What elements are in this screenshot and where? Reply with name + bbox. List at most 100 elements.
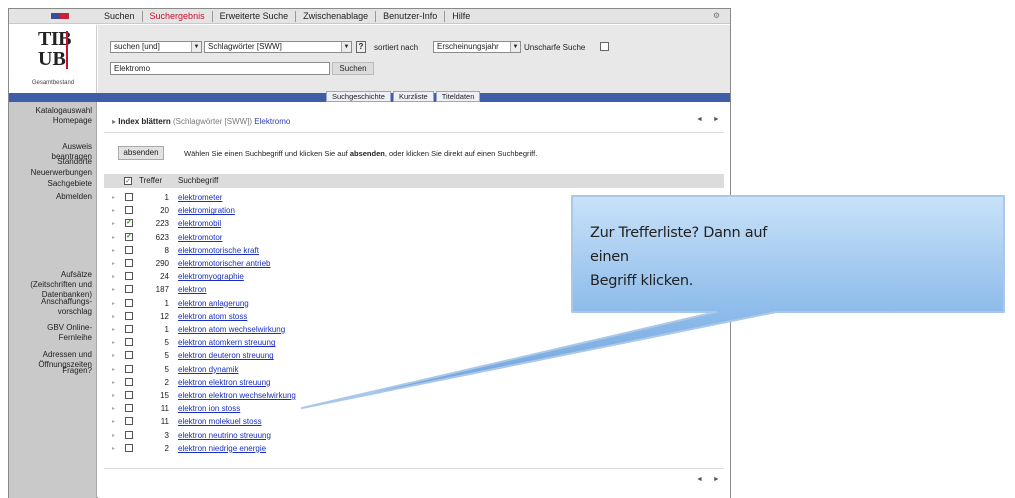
list-item: ▸ 11 elektron molekuel stoss — [104, 416, 724, 427]
term-link[interactable]: elektromigration — [178, 205, 235, 216]
list-item: ▸ 11 elektron ion stoss — [104, 403, 724, 414]
search-input[interactable]: Elektromo — [110, 62, 330, 75]
sidebar-item-standorte[interactable]: Standorte — [57, 157, 92, 167]
sidebar-item-fragen[interactable]: Fragen? — [62, 366, 92, 376]
page-arrows-icon[interactable]: ◄ ► — [696, 476, 724, 483]
term-checkbox[interactable] — [125, 298, 133, 307]
library-logo[interactable]: TIB UB Gesamtbestand — [9, 25, 97, 95]
header-suchbegriff: Suchbegriff — [178, 176, 219, 185]
term-checkbox[interactable] — [125, 364, 133, 373]
term-checkbox[interactable] — [125, 259, 133, 267]
term-checkbox[interactable] — [125, 391, 133, 399]
field-select[interactable]: Schlagwörter [SWW] ▼ — [204, 41, 352, 53]
chevron-down-icon[interactable]: ▼ — [191, 42, 201, 52]
sidebar-item-katalogauswahl[interactable]: Katalogauswahl — [36, 106, 92, 116]
term-checkbox[interactable] — [125, 417, 133, 426]
bullet-icon: ▸ — [112, 300, 116, 307]
term-checkbox[interactable] — [125, 443, 133, 452]
sort-value: Erscheinungsjahr — [437, 42, 499, 51]
term-link[interactable]: elektron atomkern streuung — [178, 337, 275, 348]
term-link[interactable]: elektron deuteron streuung — [178, 350, 274, 361]
nav-tab-zwischenablage[interactable]: Zwischenablage — [296, 11, 377, 22]
term-checkbox[interactable]: ✓ — [125, 232, 133, 241]
sidebar-item-neuerwerbungen[interactable]: Neuerwerbungen — [31, 168, 92, 178]
instr-before: Wählen Sie einen Suchbegriff und klicken… — [184, 149, 350, 158]
language-flag-icon[interactable] — [51, 13, 69, 19]
sort-label: sortiert nach — [374, 43, 419, 52]
bullet-icon: ▸ — [112, 327, 116, 333]
term-checkbox[interactable] — [125, 338, 133, 347]
term-link[interactable]: elektron anlagerung — [178, 298, 249, 309]
term-checkbox[interactable] — [125, 351, 133, 360]
term-link[interactable]: elektromotorischer antrieb — [178, 258, 270, 269]
hit-count: 12 — [160, 311, 169, 321]
term-link[interactable]: elektron elektron streuung — [178, 377, 271, 388]
sidebar-item-abmelden[interactable]: Abmelden — [56, 192, 92, 202]
nav-tab-suchergebnis[interactable]: Suchergebnis — [143, 11, 213, 22]
nav-tab-erweiterte-suche[interactable]: Erweiterte Suche — [213, 11, 297, 22]
sidebar-item-gbv-online[interactable]: GBV Online- Fernleihe — [47, 323, 92, 343]
term-checkbox[interactable]: ✓ — [125, 219, 133, 228]
search-panel: suchen [und] ▼ Schlagwörter [SWW] ▼ ? so… — [98, 25, 730, 95]
view-tabs: Suchgeschichte Kurzliste Titeldaten — [326, 91, 482, 102]
list-item: ▸ 1 elektrometer — [104, 192, 724, 203]
help-button[interactable]: ? — [356, 41, 366, 53]
operator-select[interactable]: suchen [und] ▼ — [110, 41, 202, 53]
term-link[interactable]: elektron molekuel stoss — [178, 416, 262, 427]
sidebar-item-anschaffungs[interactable]: Anschaffungs- vorschlag — [41, 297, 92, 317]
term-link[interactable]: elektron dynamik — [178, 364, 238, 375]
term-checkbox[interactable] — [125, 430, 133, 439]
fuzzy-search-checkbox[interactable] — [600, 42, 609, 51]
chevron-down-icon[interactable]: ▼ — [510, 42, 520, 52]
settings-icon[interactable]: ⚙ — [713, 11, 720, 20]
term-link[interactable]: elektrometer — [178, 192, 222, 203]
term-checkbox[interactable] — [125, 325, 133, 333]
term-link[interactable]: elektron niedrige energie — [178, 443, 266, 454]
absenden-button[interactable]: absenden — [118, 146, 164, 160]
sidebar-item-aufs-tze[interactable]: Aufsätze (Zeitschriften und Datenbanken) — [30, 270, 92, 300]
nav-tab-hilfe[interactable]: Hilfe — [445, 11, 477, 22]
select-all-checkbox[interactable]: ✓ — [124, 177, 132, 185]
tab-kurzliste[interactable]: Kurzliste — [392, 91, 434, 102]
bullet-icon: ▸ — [112, 379, 116, 386]
sidebar-item-sachgebiete[interactable]: Sachgebiete — [48, 179, 92, 189]
page-arrows-icon[interactable]: ◄ ► — [696, 116, 724, 123]
divider — [104, 468, 724, 469]
list-item: ▸ 3 elektron neutrino streuung — [104, 430, 724, 441]
term-link[interactable]: elektromotorische kraft — [178, 245, 259, 256]
term-checkbox[interactable] — [125, 285, 133, 294]
term-link[interactable]: elektron ion stoss — [178, 403, 240, 414]
term-checkbox[interactable] — [125, 245, 133, 254]
search-button[interactable]: Suchen — [332, 62, 374, 75]
instructions-text: Wählen Sie einen Suchbegriff und klicken… — [184, 149, 537, 158]
term-checkbox[interactable] — [125, 404, 133, 413]
term-link[interactable]: elektromobil — [178, 218, 221, 229]
chevron-down-icon[interactable]: ▼ — [341, 42, 351, 52]
nav-tab-benutzer-info[interactable]: Benutzer-Info — [376, 11, 446, 22]
term-checkbox[interactable] — [125, 272, 133, 281]
term-checkbox[interactable] — [125, 311, 133, 320]
hit-count: 20 — [160, 206, 169, 216]
fuzzy-search-label: Unscharfe Suche — [524, 43, 586, 52]
term-link[interactable]: elektron atom stoss — [178, 311, 247, 322]
term-link[interactable]: elektron atom wechselwirkung — [178, 324, 285, 335]
term-link[interactable]: elektron neutrino streuung — [178, 430, 271, 441]
term-checkbox[interactable] — [125, 377, 133, 386]
term-link[interactable]: elektron elektron wechselwirkung — [178, 390, 296, 401]
bullet-icon: ▸ — [112, 393, 116, 399]
callout-text: Zur Trefferliste? Dann auf einen Begriff… — [590, 221, 805, 293]
term-link[interactable]: elektromotor — [178, 232, 222, 243]
sidebar-item-homepage[interactable]: Homepage — [53, 116, 92, 126]
term-link[interactable]: elektron — [178, 284, 206, 295]
callout-line2: Begriff klicken. — [590, 273, 694, 289]
sort-select[interactable]: Erscheinungsjahr ▼ — [433, 41, 521, 53]
term-checkbox[interactable] — [125, 206, 133, 215]
hit-count: 5 — [164, 338, 169, 348]
hit-count: 623 — [155, 232, 169, 242]
tab-titeldaten[interactable]: Titeldaten — [435, 91, 481, 102]
term-checkbox[interactable] — [125, 193, 133, 201]
bullet-icon: ▸ — [112, 208, 116, 215]
tab-suchgeschichte[interactable]: Suchgeschichte — [326, 91, 391, 102]
nav-tab-suchen[interactable]: Suchen — [97, 11, 143, 22]
term-link[interactable]: elektromyographie — [178, 271, 244, 282]
